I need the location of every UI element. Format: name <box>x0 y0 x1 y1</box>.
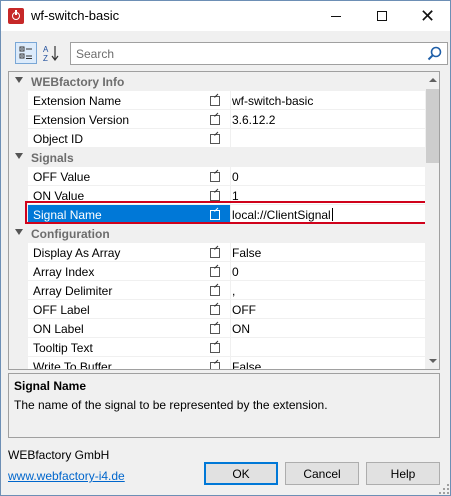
edit-icon[interactable] <box>210 286 220 296</box>
description-text: The name of the signal to be represented… <box>14 398 328 412</box>
app-icon <box>8 8 24 24</box>
ok-button[interactable]: OK <box>204 462 278 485</box>
category-webfactory-info[interactable]: WEBfactory Info <box>9 72 426 91</box>
edit-icon[interactable] <box>210 134 220 144</box>
collapse-arrow-icon[interactable] <box>15 77 23 83</box>
help-button[interactable]: Help <box>366 462 440 485</box>
search-input[interactable] <box>76 46 416 62</box>
property-name: Extension Name <box>28 91 230 110</box>
property-row-on-value[interactable]: ON Value 1 <box>9 186 426 205</box>
property-row-extension-version[interactable]: Extension Version 3.6.12.2 <box>9 110 426 129</box>
property-row-off-value[interactable]: OFF Value 0 <box>9 167 426 186</box>
close-icon: ✕ <box>419 6 436 26</box>
company-name: WEBfactory GmbH <box>8 448 110 462</box>
category-label: Signals <box>31 151 74 165</box>
maximize-button[interactable] <box>359 1 404 31</box>
scroll-up-button[interactable] <box>425 72 439 88</box>
property-value[interactable]: False <box>230 243 426 262</box>
edit-icon[interactable] <box>210 115 220 125</box>
description-title: Signal Name <box>14 379 87 393</box>
edit-icon[interactable] <box>210 172 220 182</box>
description-pane: Signal Name The name of the signal to be… <box>8 373 440 438</box>
property-value[interactable]: 0 <box>230 262 426 281</box>
arrow-down-icon <box>429 359 437 363</box>
property-row-object-id[interactable]: Object ID <box>9 129 426 148</box>
property-row-display-as-array[interactable]: Display As Array False <box>9 243 426 262</box>
property-row-signal-name[interactable]: Signal Name local://ClientSignal <box>9 205 426 224</box>
property-name: Signal Name <box>28 205 230 224</box>
categorized-icon <box>19 46 32 59</box>
property-value[interactable] <box>230 129 426 148</box>
window-title: wf-switch-basic <box>31 8 120 23</box>
property-value[interactable]: False <box>230 357 426 369</box>
property-name: OFF Value <box>28 167 230 186</box>
property-row-array-index[interactable]: Array Index 0 <box>9 262 426 281</box>
property-value: local://ClientSignal <box>232 208 331 222</box>
property-name: Write To Buffer <box>28 357 230 369</box>
property-name: Object ID <box>28 129 230 148</box>
category-configuration[interactable]: Configuration <box>9 224 426 243</box>
text-caret <box>331 208 333 221</box>
property-value[interactable] <box>230 338 426 357</box>
categorized-view-button[interactable] <box>15 42 37 64</box>
property-name: Tooltip Text <box>28 338 230 357</box>
minimize-button[interactable] <box>313 1 358 31</box>
property-value[interactable]: OFF <box>230 300 426 319</box>
property-value[interactable]: 1 <box>230 186 426 205</box>
property-value[interactable]: , <box>230 281 426 300</box>
alphabetical-view-button[interactable]: A Z <box>40 42 62 64</box>
property-name: Extension Version <box>28 110 230 129</box>
resize-grip-icon[interactable] <box>438 483 450 495</box>
svg-text:Z: Z <box>43 54 48 62</box>
edit-icon[interactable] <box>210 210 220 220</box>
property-name: OFF Label <box>28 300 230 319</box>
website-link[interactable]: www.webfactory-i4.de <box>8 469 125 483</box>
property-name: Display As Array <box>28 243 230 262</box>
scroll-down-button[interactable] <box>425 353 439 369</box>
collapse-arrow-icon[interactable] <box>15 229 23 235</box>
edit-icon[interactable] <box>210 362 220 369</box>
toolbar: A Z <box>8 39 448 69</box>
category-label: WEBfactory Info <box>31 75 125 89</box>
arrow-up-icon <box>429 78 437 82</box>
property-row-off-label[interactable]: OFF Label OFF <box>9 300 426 319</box>
sort-az-icon: A Z <box>43 45 59 62</box>
collapse-arrow-icon[interactable] <box>15 153 23 159</box>
properties-window: wf-switch-basic ✕ A Z Search WEBfactory … <box>0 0 451 496</box>
edit-icon[interactable] <box>210 191 220 201</box>
edit-icon[interactable] <box>210 324 220 334</box>
title-bar[interactable]: wf-switch-basic ✕ <box>1 1 450 31</box>
cancel-button[interactable]: Cancel <box>285 462 359 485</box>
edit-icon[interactable] <box>210 267 220 277</box>
property-name: ON Value <box>28 186 230 205</box>
property-name: Array Index <box>28 262 230 281</box>
vertical-scrollbar[interactable] <box>425 72 439 369</box>
edit-icon[interactable] <box>210 343 220 353</box>
property-value[interactable]: 3.6.12.2 <box>230 110 426 129</box>
signal-name-input[interactable]: local://ClientSignal <box>230 205 426 224</box>
property-name: Array Delimiter <box>28 281 230 300</box>
property-value[interactable]: 0 <box>230 167 426 186</box>
category-signals[interactable]: Signals <box>9 148 426 167</box>
svg-text:A: A <box>43 45 49 54</box>
property-row-write-to-buffer[interactable]: Write To Buffer False <box>9 357 426 369</box>
property-value[interactable]: ON <box>230 319 426 338</box>
search-icon[interactable] <box>427 46 442 61</box>
property-name: ON Label <box>28 319 230 338</box>
edit-icon[interactable] <box>210 248 220 258</box>
minimize-icon <box>330 15 341 17</box>
maximize-icon <box>376 11 387 21</box>
property-grid: WEBfactory Info Extension Name wf-switch… <box>8 71 440 370</box>
property-row-tooltip-text[interactable]: Tooltip Text <box>9 338 426 357</box>
edit-icon[interactable] <box>210 96 220 106</box>
scroll-thumb[interactable] <box>426 89 439 163</box>
property-row-on-label[interactable]: ON Label ON <box>9 319 426 338</box>
search-box[interactable] <box>70 42 448 65</box>
edit-icon[interactable] <box>210 305 220 315</box>
close-button[interactable]: ✕ <box>405 1 450 31</box>
property-row-array-delimiter[interactable]: Array Delimiter , <box>9 281 426 300</box>
property-row-extension-name[interactable]: Extension Name wf-switch-basic <box>9 91 426 110</box>
category-label: Configuration <box>31 227 110 241</box>
property-value[interactable]: wf-switch-basic <box>230 91 426 110</box>
